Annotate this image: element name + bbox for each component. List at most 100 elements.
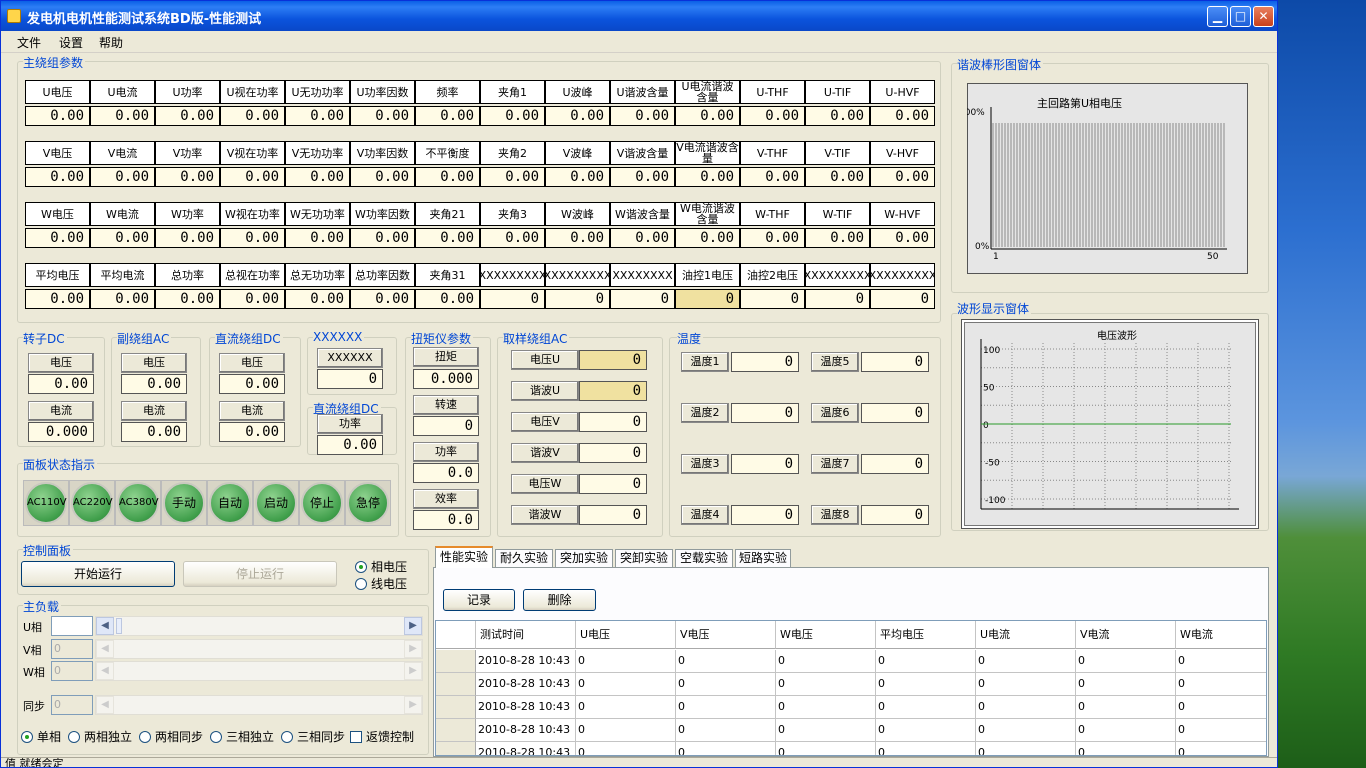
table-column-header[interactable]: 测试时间 (476, 621, 576, 649)
mode-single-radio[interactable]: 单相 (21, 728, 61, 745)
line-voltage-radio[interactable]: 线电压 (355, 575, 407, 592)
table-cell[interactable]: 0 (976, 696, 1076, 719)
scroll-right-icon[interactable]: ▶ (404, 696, 422, 714)
delete-button[interactable]: 删除 (523, 589, 596, 611)
tab-5[interactable]: 短路实验 (735, 549, 791, 567)
param-value: 0.00 (155, 228, 220, 248)
w-phase-slider[interactable]: ◀ ▶ (95, 661, 423, 681)
start-run-button[interactable]: 开始运行 (21, 561, 175, 587)
table-cell[interactable]: 2010-8-28 10:43 (476, 696, 576, 719)
table-cell[interactable]: 0 (676, 673, 776, 696)
table-cell[interactable]: 0 (876, 742, 976, 755)
phase-voltage-radio[interactable]: 相电压 (355, 558, 407, 575)
u-phase-input[interactable] (51, 616, 93, 636)
table-cell[interactable]: 2010-8-28 10:43 (476, 719, 576, 742)
table-cell[interactable]: 0 (976, 673, 1076, 696)
table-cell[interactable]: 0 (876, 673, 976, 696)
scroll-left-icon[interactable]: ◀ (96, 662, 114, 680)
mode-three-sync-radio[interactable]: 三相同步 (281, 728, 345, 745)
table-cell[interactable]: 2010-8-28 10:43 (476, 742, 576, 755)
param-header: U谐波含量 (610, 80, 675, 104)
table-cell[interactable]: 0 (576, 742, 676, 755)
table-row-header[interactable] (436, 673, 476, 696)
record-button[interactable]: 记录 (443, 589, 515, 611)
scroll-right-icon[interactable]: ▶ (404, 662, 422, 680)
scroll-right-icon[interactable]: ▶ (404, 617, 422, 635)
scroll-left-icon[interactable]: ◀ (96, 640, 114, 658)
mode-two-sync-radio[interactable]: 两相同步 (139, 728, 203, 745)
table-cell[interactable]: 0 (676, 742, 776, 755)
table-cell[interactable]: 0 (1076, 650, 1176, 673)
mode-three-independent-radio[interactable]: 三相独立 (210, 728, 274, 745)
table-cell[interactable]: 2010-8-28 10:43 (476, 650, 576, 673)
table-cell[interactable]: 0 (876, 719, 976, 742)
table-column-header[interactable]: 平均电压 (876, 621, 976, 649)
title-bar[interactable]: 发电机电机性能测试系统BD版-性能测试 ▁ □ ✕ (1, 1, 1277, 31)
u-phase-slider[interactable]: ◀ ▶ (95, 616, 423, 636)
table-column-header[interactable]: U电压 (576, 621, 676, 649)
table-row-header[interactable] (436, 696, 476, 719)
table-cell[interactable]: 0 (1076, 742, 1176, 755)
table-cell[interactable]: 0 (1176, 742, 1266, 755)
table-cell[interactable]: 0 (576, 673, 676, 696)
table-cell[interactable]: 0 (976, 650, 1076, 673)
table-cell[interactable]: 0 (676, 696, 776, 719)
table-cell[interactable]: 0 (776, 673, 876, 696)
table-column-header[interactable]: W电流 (1176, 621, 1266, 649)
table-cell[interactable]: 2010-8-28 10:43 (476, 673, 576, 696)
table-cell[interactable]: 0 (776, 696, 876, 719)
table-row-header[interactable] (436, 719, 476, 742)
tab-3[interactable]: 突卸实验 (615, 549, 673, 567)
table-cell[interactable]: 0 (576, 719, 676, 742)
minimize-button[interactable]: ▁ (1207, 6, 1228, 27)
feedback-control-checkbox[interactable]: 返馈控制 (350, 728, 414, 745)
maximize-button[interactable]: □ (1230, 6, 1251, 27)
close-button[interactable]: ✕ (1253, 6, 1274, 27)
param-header: 夹角2 (480, 141, 545, 165)
table-cell[interactable]: 0 (876, 650, 976, 673)
scroll-right-icon[interactable]: ▶ (404, 640, 422, 658)
table-row-header[interactable] (436, 742, 476, 755)
table-cell[interactable]: 0 (1176, 719, 1266, 742)
table-cell[interactable]: 0 (676, 650, 776, 673)
table-cell[interactable]: 0 (976, 742, 1076, 755)
table-column-header[interactable]: V电流 (1076, 621, 1176, 649)
table-cell[interactable]: 0 (576, 650, 676, 673)
sync-slider[interactable]: ◀ ▶ (95, 695, 423, 715)
table-cell[interactable]: 0 (1076, 673, 1176, 696)
menu-file[interactable]: 文件 (17, 34, 41, 51)
table-cell[interactable]: 0 (976, 719, 1076, 742)
table-cell[interactable]: 0 (1076, 719, 1176, 742)
tab-2[interactable]: 突加实验 (555, 549, 613, 567)
tab-0[interactable]: 性能实验 (435, 546, 493, 568)
table-column-header[interactable]: U电流 (976, 621, 1076, 649)
table-cell[interactable]: 0 (876, 696, 976, 719)
table-row-header[interactable] (436, 650, 476, 673)
table-cell[interactable]: 0 (1076, 696, 1176, 719)
v-phase-slider[interactable]: ◀ ▶ (95, 639, 423, 659)
slider-thumb[interactable] (116, 618, 122, 634)
v-phase-input[interactable]: 0 (51, 639, 93, 659)
stop-run-button[interactable]: 停止运行 (183, 561, 337, 587)
table-column-header[interactable]: W电压 (776, 621, 876, 649)
menu-settings[interactable]: 设置 (59, 34, 83, 51)
table-cell[interactable]: 0 (1176, 673, 1266, 696)
table-cell[interactable]: 0 (1176, 696, 1266, 719)
table-cell[interactable]: 0 (1176, 650, 1266, 673)
tab-1[interactable]: 耐久实验 (495, 549, 553, 567)
scroll-left-icon[interactable]: ◀ (96, 617, 114, 635)
sync-input[interactable]: 0 (51, 695, 93, 715)
scroll-left-icon[interactable]: ◀ (96, 696, 114, 714)
param-value: 0.00 (155, 106, 220, 126)
table-cell[interactable]: 0 (576, 696, 676, 719)
mode-two-independent-radio[interactable]: 两相独立 (68, 728, 132, 745)
w-phase-input[interactable]: 0 (51, 661, 93, 681)
table-cell[interactable]: 0 (776, 650, 876, 673)
tab-4[interactable]: 空载实验 (675, 549, 733, 567)
menu-help[interactable]: 帮助 (99, 34, 123, 51)
param-value: 0.00 (870, 228, 935, 248)
table-cell[interactable]: 0 (776, 742, 876, 755)
table-cell[interactable]: 0 (676, 719, 776, 742)
table-cell[interactable]: 0 (776, 719, 876, 742)
table-column-header[interactable]: V电压 (676, 621, 776, 649)
